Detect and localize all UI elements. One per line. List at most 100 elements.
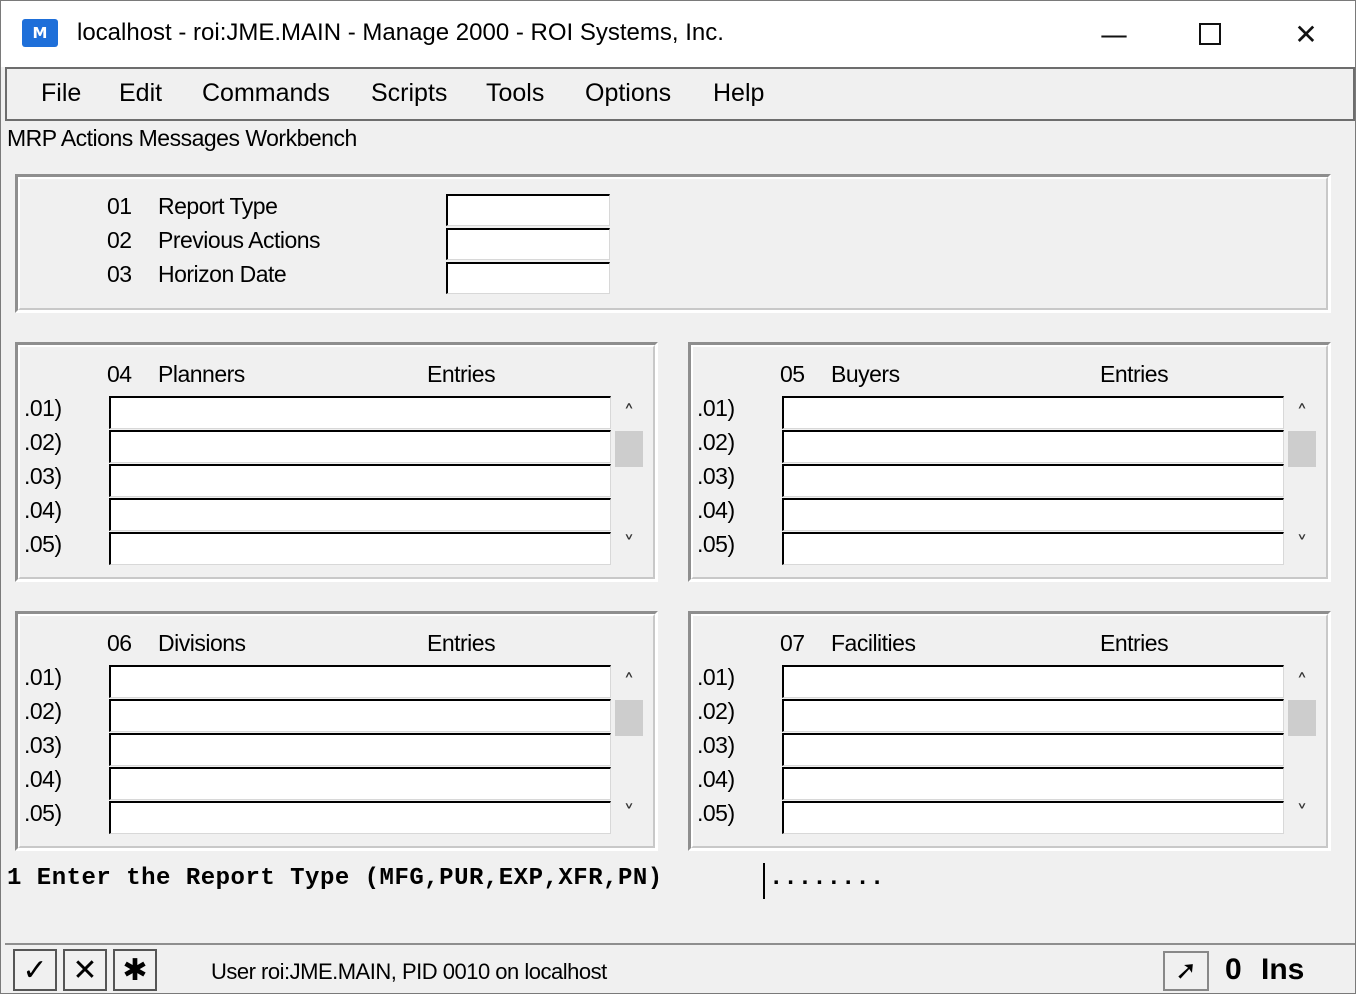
menu-bar: File Edit Commands Scripts Tools Options… [5, 67, 1355, 121]
planners-frame: 04 Planners Entries .01) .02) .03) .04) … [15, 342, 658, 582]
division-entry-input[interactable] [109, 767, 611, 800]
facilities-title: Facilities [831, 630, 916, 656]
row-label: .01) [697, 395, 735, 421]
buyer-entry-input[interactable] [782, 430, 1284, 463]
command-prompt: 1 Enter the Report Type (MFG,PUR,EXP,XFR… [7, 865, 678, 892]
row-label: .04) [24, 497, 62, 523]
planner-entry-input[interactable] [109, 498, 611, 531]
field-number: 01 [107, 193, 132, 219]
scroll-up-icon[interactable]: ˄ [615, 669, 643, 697]
facility-entry-input[interactable] [782, 699, 1284, 732]
scrollbar-thumb[interactable] [1288, 431, 1316, 467]
scroll-down-icon[interactable]: ˅ [1288, 800, 1316, 828]
previous-actions-label: Previous Actions [158, 227, 321, 253]
status-count: 0 [1225, 953, 1242, 986]
entries-label: Entries [427, 361, 496, 387]
entries-label: Entries [1100, 361, 1169, 387]
scrollbar-thumb[interactable] [1288, 700, 1316, 736]
accept-button[interactable]: ✓ [13, 949, 57, 991]
row-label: .05) [697, 531, 735, 557]
row-label: .05) [697, 800, 735, 826]
horizon-date-input[interactable] [446, 262, 610, 294]
divisions-frame: 06 Divisions Entries .01) .02) .03) .04)… [15, 611, 658, 851]
prompt-input[interactable]: ........ [769, 865, 884, 892]
status-text: User roi:JME.MAIN, PID 0010 on localhost [211, 959, 607, 984]
field-number: 03 [107, 261, 132, 287]
pointer-button[interactable]: ➚ [1163, 951, 1209, 991]
menu-tools[interactable]: Tools [486, 79, 544, 108]
row-label: .04) [24, 766, 62, 792]
menu-commands[interactable]: Commands [202, 79, 330, 108]
facility-entry-input[interactable] [782, 665, 1284, 698]
division-entry-input[interactable] [109, 801, 611, 834]
text-caret [763, 863, 765, 899]
close-button[interactable]: ✕ [1271, 7, 1341, 61]
row-label: .03) [697, 463, 735, 489]
row-label: .02) [24, 698, 62, 724]
row-label: .01) [24, 664, 62, 690]
horizon-date-label: Horizon Date [158, 261, 287, 287]
maximize-button[interactable] [1175, 7, 1245, 61]
row-label: .02) [697, 429, 735, 455]
group-number: 05 [780, 361, 805, 387]
menu-help[interactable]: Help [713, 79, 764, 108]
minimize-button[interactable]: — [1079, 7, 1149, 61]
maximize-icon [1199, 23, 1221, 45]
buyers-frame: 05 Buyers Entries .01) .02) .03) .04) .0… [688, 342, 1331, 582]
app-icon[interactable]: M [22, 19, 58, 47]
title-bar[interactable]: M localhost - roi:JME.MAIN - Manage 2000… [1, 1, 1355, 67]
menu-edit[interactable]: Edit [119, 79, 162, 108]
row-label: .03) [697, 732, 735, 758]
scrollbar-thumb[interactable] [615, 700, 643, 736]
menu-options[interactable]: Options [585, 79, 671, 108]
report-type-label: Report Type [158, 193, 278, 219]
group-number: 04 [107, 361, 132, 387]
planner-entry-input[interactable] [109, 430, 611, 463]
buyer-entry-input[interactable] [782, 498, 1284, 531]
planner-entry-input[interactable] [109, 396, 611, 429]
entries-label: Entries [427, 630, 496, 656]
buyer-entry-input[interactable] [782, 532, 1284, 565]
division-entry-input[interactable] [109, 665, 611, 698]
previous-actions-input[interactable] [446, 228, 610, 260]
row-label: .05) [24, 531, 62, 557]
row-label: .01) [697, 664, 735, 690]
planner-entry-input[interactable] [109, 532, 611, 565]
scroll-down-icon[interactable]: ˅ [615, 800, 643, 828]
facility-entry-input[interactable] [782, 767, 1284, 800]
star-button[interactable]: ✱ [113, 949, 157, 991]
scroll-up-icon[interactable]: ˄ [1288, 400, 1316, 428]
field-number: 02 [107, 227, 132, 253]
row-label: .01) [24, 395, 62, 421]
report-type-input[interactable] [446, 194, 610, 226]
scroll-down-icon[interactable]: ˅ [615, 531, 643, 559]
division-entry-input[interactable] [109, 699, 611, 732]
scrollbar-thumb[interactable] [615, 431, 643, 467]
cancel-button[interactable]: ✕ [63, 949, 107, 991]
insert-mode-indicator: Ins [1261, 953, 1305, 986]
status-bar: ✓ ✕ ✱ User roi:JME.MAIN, PID 0010 on loc… [5, 943, 1355, 993]
buyer-entry-input[interactable] [782, 464, 1284, 497]
scroll-up-icon[interactable]: ˄ [615, 400, 643, 428]
row-label: .03) [24, 463, 62, 489]
facility-entry-input[interactable] [782, 733, 1284, 766]
buyers-title: Buyers [831, 361, 900, 387]
scroll-up-icon[interactable]: ˄ [1288, 669, 1316, 697]
header-fields-frame: 01 Report Type 02 Previous Actions 03 Ho… [15, 174, 1331, 313]
form-title: MRP Actions Messages Workbench [7, 125, 357, 151]
row-label: .02) [697, 698, 735, 724]
scroll-down-icon[interactable]: ˅ [1288, 531, 1316, 559]
planners-title: Planners [158, 361, 245, 387]
group-number: 07 [780, 630, 805, 656]
planner-entry-input[interactable] [109, 464, 611, 497]
menu-scripts[interactable]: Scripts [371, 79, 447, 108]
window-title: localhost - roi:JME.MAIN - Manage 2000 -… [77, 19, 724, 46]
group-number: 06 [107, 630, 132, 656]
division-entry-input[interactable] [109, 733, 611, 766]
row-label: .04) [697, 766, 735, 792]
row-label: .03) [24, 732, 62, 758]
facilities-frame: 07 Facilities Entries .01) .02) .03) .04… [688, 611, 1331, 851]
facility-entry-input[interactable] [782, 801, 1284, 834]
menu-file[interactable]: File [41, 79, 81, 108]
buyer-entry-input[interactable] [782, 396, 1284, 429]
